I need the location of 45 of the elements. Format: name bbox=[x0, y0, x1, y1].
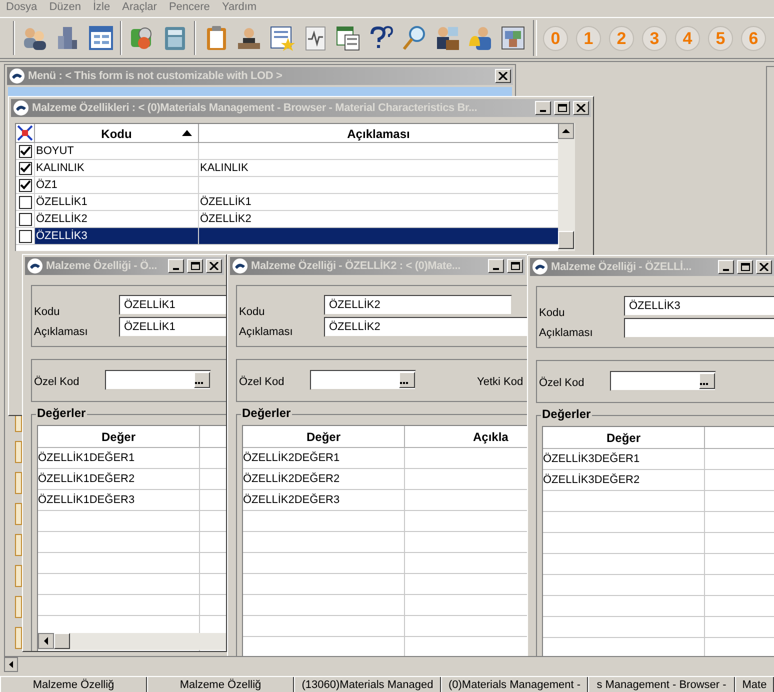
table-cell: ÖZELLİK3 bbox=[34, 228, 198, 244]
table-cell: ÖZELLİK2DEĞER1 bbox=[243, 448, 405, 468]
code-field[interactable]: ÖZELLİK1 bbox=[119, 295, 226, 315]
column-header[interactable]: Değer bbox=[543, 427, 705, 448]
window-title: Menü : < This form is not customizable with LOD > bbox=[28, 68, 284, 84]
table-cell: ÖZELLİK2DEĞER3 bbox=[243, 490, 405, 510]
taskbar-button[interactable]: Malzeme Özelliğ bbox=[147, 677, 294, 692]
field-label: Açıklaması bbox=[239, 325, 293, 340]
code-field[interactable]: ÖZELLİK2 bbox=[324, 295, 512, 315]
window-title: Malzeme Özelliği - ÖZELLİ... bbox=[551, 260, 692, 275]
field-label: Açıklaması bbox=[34, 325, 88, 340]
table-cell: ÖZELLİK1DEĞER2 bbox=[38, 469, 200, 489]
code-field[interactable]: ÖZELLİK3 bbox=[624, 296, 774, 316]
group-title: Değerler bbox=[541, 408, 592, 420]
field-label: Özel Kod bbox=[539, 376, 584, 391]
column-header-cell[interactable]: Kodu bbox=[34, 124, 198, 143]
column-header[interactable]: Değer bbox=[243, 426, 405, 447]
field-label: Özel Kod bbox=[34, 374, 80, 390]
table-cell: KALINLIK bbox=[34, 160, 198, 176]
field-label: Kodu bbox=[34, 305, 60, 320]
taskbar-button[interactable]: s Management - Browser - bbox=[588, 677, 735, 692]
field-label: Kodu bbox=[539, 306, 565, 321]
taskbar-button[interactable]: (0)Materials Management - bbox=[441, 677, 588, 692]
field-label: Yetki Kod bbox=[477, 375, 524, 390]
taskbar-button[interactable]: (13060)Materials Managed bbox=[294, 677, 441, 692]
field-label: Açıklaması bbox=[539, 326, 593, 341]
table-cell: ÖZELLİK1 bbox=[34, 194, 198, 210]
table-cell: ÖZELLİK3DEĞER2 bbox=[543, 470, 705, 490]
taskbar-button[interactable]: Malzeme Özelliğ bbox=[0, 677, 147, 692]
group-title: Değerler bbox=[36, 407, 87, 419]
table-cell: ÖZELLİK1DEĞER3 bbox=[38, 490, 200, 510]
description-field[interactable]: ÖZELLİK2 bbox=[324, 317, 527, 337]
taskbar-button[interactable]: Mate bbox=[735, 677, 774, 692]
description-field[interactable]: ÖZELLİK1 bbox=[119, 317, 226, 337]
table-cell: BOYUT bbox=[34, 143, 198, 159]
table-cell: ÖZELLİK1DEĞER1 bbox=[38, 448, 200, 468]
table-cell: ÖZELLİK3DEĞER1 bbox=[543, 449, 705, 469]
column-title: Kodu bbox=[101, 126, 132, 142]
table-cell: ÖZ1 bbox=[34, 177, 198, 193]
group-title: Değerler bbox=[241, 407, 292, 419]
field-label: Özel Kod bbox=[239, 374, 284, 390]
column-header[interactable]: Değer bbox=[38, 426, 200, 447]
table-cell: ÖZELLİK2DEĞER2 bbox=[243, 469, 405, 489]
field-label: Kodu bbox=[239, 305, 265, 320]
table-cell: ÖZELLİK2 bbox=[34, 211, 198, 227]
